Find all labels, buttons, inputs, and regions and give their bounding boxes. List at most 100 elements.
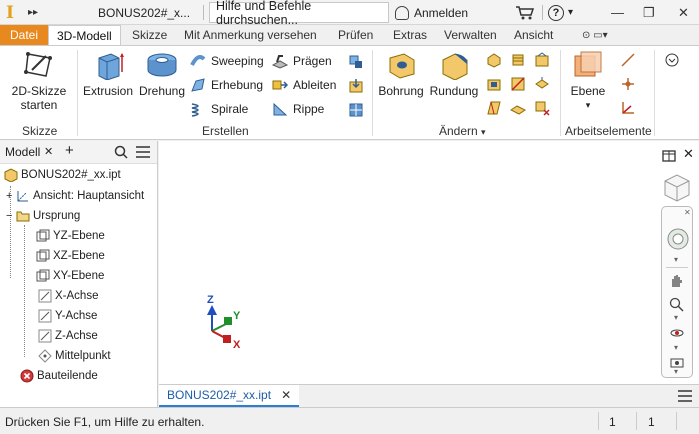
folder-icon	[16, 211, 30, 222]
user-icon	[395, 5, 409, 20]
tree-item-yz-plane[interactable]: YZ-Ebene	[36, 227, 105, 245]
document-tabs: BONUS202#_xx.ipt ✕	[159, 384, 699, 407]
sweep-icon	[190, 55, 206, 66]
steering-wheel-icon[interactable]	[666, 227, 690, 251]
tree-item-z-axis[interactable]: Z-Achse	[38, 327, 98, 345]
tab-inspect[interactable]: Prüfen	[330, 25, 381, 45]
ribbon-options-icon[interactable]: ⊙ ▭▾	[574, 25, 616, 45]
split-icon[interactable]	[510, 76, 526, 92]
graphics-viewport[interactable]: ✕ Z Y X	[159, 141, 699, 384]
close-window-button[interactable]: ✕	[678, 0, 689, 25]
close-icon[interactable]: ✕	[281, 388, 291, 402]
close-icon[interactable]: ✕	[44, 145, 53, 158]
derive-button[interactable]: Ableiten	[272, 76, 336, 94]
emboss-label: Prägen	[293, 54, 332, 68]
unwrap-icon[interactable]	[348, 54, 364, 70]
add-icon[interactable]: +	[65, 142, 74, 159]
split-view-icon[interactable]	[662, 149, 676, 163]
rib-button[interactable]: Rippe	[272, 100, 324, 118]
combine-icon[interactable]	[510, 100, 526, 116]
tree-item-x-axis[interactable]: X-Achse	[38, 287, 98, 305]
chevron-down-icon[interactable]: ▾	[674, 367, 678, 376]
search-icon[interactable]	[114, 145, 128, 159]
ucs-icon[interactable]	[620, 100, 636, 116]
point-icon	[38, 349, 52, 363]
group-divider	[77, 50, 78, 136]
tab-sketch[interactable]: Skizze	[124, 25, 175, 45]
extrude-icon	[98, 53, 124, 80]
tree-item-origin[interactable]: − Ursprung	[6, 207, 80, 225]
collapse-icon[interactable]: −	[6, 210, 16, 222]
derive-icon	[272, 80, 288, 90]
coil-label: Spirale	[211, 102, 249, 116]
view-cube-icon[interactable]	[661, 171, 693, 203]
chevron-down-icon[interactable]: ▾	[674, 343, 678, 352]
fillet-label: Rundung	[429, 84, 479, 98]
coil-button[interactable]: Spirale	[190, 100, 248, 118]
start-2d-sketch-button[interactable]: 2D-Skizze starten	[8, 50, 70, 112]
tab-view[interactable]: Ansicht	[506, 25, 561, 45]
tree-item-view[interactable]: + Ansicht: Hauptansicht	[6, 187, 144, 205]
help-search-input[interactable]: Hilfe und Befehle durchsuchen...	[209, 0, 389, 27]
sketch-icon	[24, 52, 52, 77]
work-point-icon[interactable]	[620, 76, 636, 92]
draft-icon[interactable]	[486, 100, 502, 116]
close-view-icon[interactable]: ✕	[683, 146, 694, 162]
group-label-modify[interactable]: Ändern ▾	[439, 124, 486, 138]
sign-in-button[interactable]: Anmelden	[395, 0, 468, 25]
fillet-icon	[442, 53, 468, 80]
restore-button[interactable]: ❐	[643, 0, 655, 25]
chevron-down-icon[interactable]: ▾	[674, 255, 678, 264]
menu-icon[interactable]	[136, 146, 150, 158]
end-of-part-icon	[20, 369, 34, 383]
hole-button[interactable]: Bohrung	[376, 50, 426, 98]
chevron-down-icon[interactable]: ▾	[674, 313, 678, 322]
tab-manage[interactable]: Verwalten	[436, 25, 505, 45]
tree-item-end-of-part[interactable]: Bauteilende	[20, 367, 98, 385]
import-icon[interactable]	[348, 78, 364, 94]
menu-icon[interactable]	[678, 390, 692, 402]
thread-icon[interactable]	[510, 52, 526, 68]
revolve-button[interactable]: Drehung	[136, 50, 188, 98]
status-divider	[636, 412, 637, 430]
pan-icon[interactable]	[669, 273, 685, 289]
minimize-button[interactable]: —	[611, 0, 624, 25]
tab-3d-model[interactable]: 3D-Modell	[48, 25, 121, 46]
tree-item-xz-plane[interactable]: XZ-Ebene	[36, 247, 105, 265]
thicken-icon[interactable]	[534, 76, 550, 92]
extrusion-button[interactable]: Extrusion	[82, 50, 134, 98]
plane-button[interactable]: Ebene ▾	[566, 50, 610, 112]
cart-icon[interactable]	[515, 0, 535, 25]
close-icon[interactable]: ✕	[684, 208, 691, 217]
tab-tools[interactable]: Extras	[385, 25, 435, 45]
orbit-icon[interactable]	[669, 325, 685, 341]
sweep-button[interactable]: Sweeping	[190, 52, 264, 70]
tab-annotate[interactable]: Mit Anmerkung versehen	[176, 25, 325, 45]
tree-item-y-axis[interactable]: Y-Achse	[38, 307, 97, 325]
work-axis-icon[interactable]	[620, 52, 636, 68]
loft-button[interactable]: Erhebung	[190, 76, 263, 94]
tree-item-label: Ansicht: Hauptansicht	[33, 190, 145, 202]
emboss-button[interactable]: Prägen	[272, 52, 332, 70]
expand-icon[interactable]: +	[6, 190, 16, 202]
tree-item-part[interactable]: BONUS202#_xx.ipt	[4, 166, 121, 184]
document-tab[interactable]: BONUS202#_xx.ipt ✕	[159, 385, 300, 407]
shell-icon[interactable]	[486, 76, 502, 92]
direct-edit-icon[interactable]	[534, 52, 550, 68]
mesh-icon[interactable]	[348, 102, 364, 118]
help-button[interactable]: ? ▾	[548, 0, 573, 25]
zoom-icon[interactable]	[669, 297, 685, 313]
document-title: BONUS202#_x...	[98, 5, 191, 20]
group-divider	[372, 50, 373, 136]
fillet-button[interactable]: Rundung	[428, 50, 480, 98]
start-2d-sketch-label: 2D-Skizze	[11, 84, 67, 98]
delete-face-icon[interactable]	[534, 100, 550, 116]
tab-file[interactable]: Datei	[0, 25, 48, 45]
tab-model[interactable]: Modell	[5, 145, 40, 159]
tree-item-center-point[interactable]: Mittelpunkt	[38, 347, 111, 365]
more-options-icon[interactable]	[664, 52, 686, 68]
app-logo-icon[interactable]: I	[6, 0, 22, 25]
tree-item-xy-plane[interactable]: XY-Ebene	[36, 267, 104, 285]
quick-access-expand-icon[interactable]: ▸▸	[28, 0, 38, 25]
chamfer-icon[interactable]	[486, 52, 502, 68]
